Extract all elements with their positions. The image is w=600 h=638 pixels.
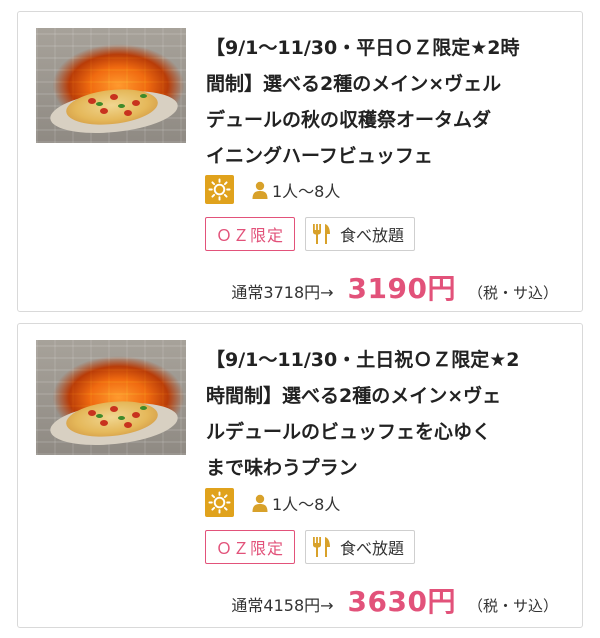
regular-price: 通常3718円→ — [231, 283, 334, 302]
person-icon — [252, 181, 268, 199]
tag-oz-limited: ＯＺ限定 — [205, 217, 296, 251]
plan-price: 通常4158円→ 3630円 （税・サ込） — [231, 580, 558, 620]
capacity-text: 1人〜8人 — [272, 494, 341, 514]
tax-note: （税・サ込） — [467, 284, 558, 302]
tag-all-you-can-eat: 食べ放題 — [305, 530, 416, 564]
sale-price: 3630円 — [347, 585, 456, 618]
plan-title-line[interactable]: イニングハーフビュッフェ — [206, 145, 433, 167]
sale-price: 3190円 — [347, 272, 456, 305]
sun-icon — [205, 488, 234, 517]
person-icon — [252, 494, 268, 512]
plan-title[interactable]: 【9/1〜11/30・平日ＯＺ限定★2時 間制】選べる2種のメイン×ヴェル デュ… — [206, 30, 568, 174]
plan-price: 通常3718円→ 3190円 （税・サ込） — [231, 267, 558, 307]
regular-price: 通常4158円→ — [231, 596, 334, 615]
plan-photo-pizza-oven[interactable] — [36, 28, 186, 143]
plan-tags: ＯＺ限定 食べ放題 — [205, 217, 425, 251]
plan-meta: 1人〜8人 — [205, 175, 340, 204]
plan-title-line[interactable]: 【9/1〜11/30・平日ＯＺ限定★2時 — [206, 37, 519, 59]
plan-title-line[interactable]: ルデュールのビュッフェを心ゆく — [206, 421, 491, 443]
plan-title-line[interactable]: 【9/1〜11/30・土日祝ＯＺ限定★2 — [206, 349, 519, 371]
plan-card[interactable]: 【9/1〜11/30・平日ＯＺ限定★2時 間制】選べる2種のメイン×ヴェル デュ… — [17, 11, 583, 312]
fork-knife-icon — [313, 537, 331, 557]
tag-oz-limited: ＯＺ限定 — [205, 530, 296, 564]
capacity: 1人〜8人 — [252, 178, 340, 202]
plan-tags: ＯＺ限定 食べ放題 — [205, 530, 425, 564]
plan-meta: 1人〜8人 — [205, 488, 340, 517]
plan-title-line[interactable]: まで味わうプラン — [206, 457, 358, 479]
plan-title[interactable]: 【9/1〜11/30・土日祝ＯＺ限定★2 時間制】選べる2種のメイン×ヴェ ルデ… — [206, 342, 568, 486]
capacity-text: 1人〜8人 — [272, 181, 341, 201]
tag-all-you-can-eat-label: 食べ放題 — [340, 539, 405, 558]
plan-photo-pizza-oven[interactable] — [36, 340, 186, 455]
sun-icon — [205, 175, 234, 204]
capacity: 1人〜8人 — [252, 491, 340, 515]
tag-all-you-can-eat: 食べ放題 — [305, 217, 416, 251]
tax-note: （税・サ込） — [467, 597, 558, 615]
tag-all-you-can-eat-label: 食べ放題 — [340, 226, 405, 245]
plan-card[interactable]: 【9/1〜11/30・土日祝ＯＺ限定★2 時間制】選べる2種のメイン×ヴェ ルデ… — [17, 323, 583, 628]
plan-title-line[interactable]: デュールの秋の収穫祭オータムダ — [206, 109, 491, 131]
fork-knife-icon — [313, 224, 331, 244]
plan-title-line[interactable]: 間制】選べる2種のメイン×ヴェル — [206, 73, 501, 95]
plan-title-line[interactable]: 時間制】選べる2種のメイン×ヴェ — [206, 385, 501, 407]
